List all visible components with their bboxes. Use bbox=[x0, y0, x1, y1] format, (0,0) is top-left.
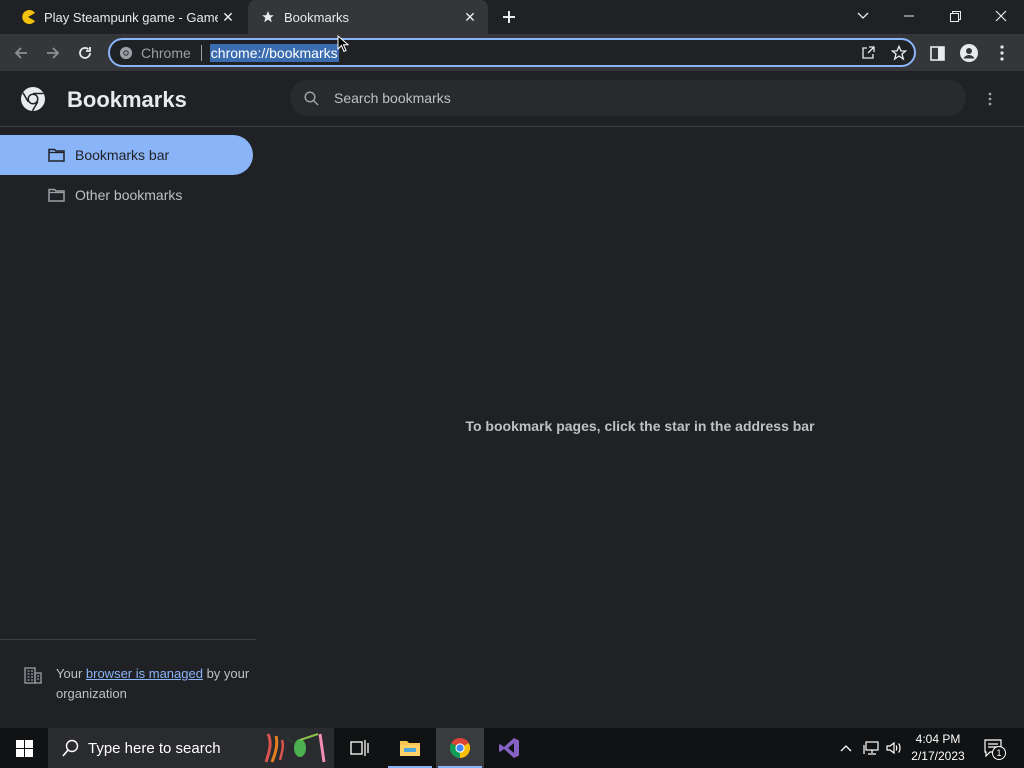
file-explorer-icon bbox=[400, 741, 420, 756]
side-panel-icon bbox=[929, 45, 945, 61]
page-title: Bookmarks bbox=[67, 87, 187, 112]
notification-center-button[interactable]: 1 bbox=[980, 728, 1008, 768]
folder-icon bbox=[48, 187, 66, 203]
organize-menu-button[interactable] bbox=[978, 87, 1002, 111]
network-button[interactable] bbox=[860, 728, 882, 768]
empty-state-message: To bookmark pages, click the star in the… bbox=[465, 418, 815, 434]
plus-icon bbox=[503, 11, 515, 23]
profile-button[interactable] bbox=[956, 40, 982, 66]
tab-title: Play Steampunk game - Gamesfl bbox=[44, 9, 218, 25]
search-icon bbox=[62, 739, 79, 757]
address-bar[interactable]: Chrome chrome://bookmarks bbox=[108, 38, 916, 67]
taskbar-search-placeholder: Type here to search bbox=[88, 739, 221, 757]
taskbar-file-explorer[interactable] bbox=[386, 728, 434, 768]
minimize-icon bbox=[904, 15, 914, 17]
tab-strip: Play Steampunk game - Gamesfl ✕ Bookmark… bbox=[0, 0, 1024, 34]
reload-icon bbox=[79, 47, 91, 59]
clock-date: 2/17/2023 bbox=[911, 749, 965, 763]
back-button[interactable] bbox=[8, 40, 34, 66]
task-view-icon bbox=[350, 740, 369, 756]
arrow-left-icon bbox=[14, 47, 27, 59]
mouse-cursor-icon bbox=[337, 35, 349, 53]
new-tab-button[interactable] bbox=[498, 6, 520, 28]
tab-close-icon[interactable]: ✕ bbox=[460, 7, 480, 27]
sidebar-item-bookmarks-bar[interactable]: Bookmarks bar bbox=[0, 135, 253, 175]
taskbar-clock[interactable]: 4:04 PM 2/17/2023 bbox=[902, 731, 974, 765]
sidebar-item-label: Other bookmarks bbox=[75, 187, 183, 203]
chrome-menu-button[interactable] bbox=[989, 40, 1015, 66]
task-view-button[interactable] bbox=[336, 728, 384, 768]
show-hidden-icons-button[interactable] bbox=[836, 728, 856, 768]
side-panel-button[interactable] bbox=[924, 40, 950, 66]
taskbar-search[interactable]: Type here to search bbox=[48, 728, 334, 768]
speaker-icon bbox=[886, 741, 901, 755]
chevron-down-icon bbox=[857, 12, 869, 19]
chip-label: Chrome bbox=[141, 44, 191, 61]
tab-bookmarks[interactable]: Bookmarks ✕ bbox=[248, 0, 488, 34]
bookmarks-header: Bookmarks bbox=[0, 72, 1024, 127]
taskbar-visual-studio[interactable] bbox=[485, 728, 533, 768]
bookmarks-search[interactable] bbox=[290, 80, 966, 116]
forward-button[interactable] bbox=[40, 40, 66, 66]
building-icon bbox=[24, 666, 42, 684]
browser-toolbar: Chrome chrome://bookmarks bbox=[0, 34, 1024, 72]
taskbar-chrome[interactable] bbox=[436, 728, 484, 768]
share-icon[interactable] bbox=[856, 42, 880, 64]
notification-count-badge: 1 bbox=[992, 746, 1006, 760]
minimize-button[interactable] bbox=[886, 0, 932, 32]
tab-steampunk-game[interactable]: Play Steampunk game - Gamesfl ✕ bbox=[8, 0, 246, 34]
chrome-logo-icon bbox=[20, 86, 46, 112]
pacman-favicon-icon bbox=[20, 9, 36, 25]
restore-icon bbox=[949, 10, 961, 22]
close-icon bbox=[995, 10, 1007, 22]
bookmark-star-icon[interactable] bbox=[887, 42, 911, 64]
arrow-right-icon bbox=[47, 47, 60, 59]
chrome-logo-icon bbox=[449, 737, 471, 759]
managed-prefix: Your bbox=[56, 666, 86, 681]
network-icon bbox=[863, 741, 879, 755]
tab-search-button[interactable] bbox=[840, 0, 886, 32]
windows-taskbar: Type here to search 4:04 PM 2/17/2023 1 bbox=[0, 728, 1024, 768]
hummingbird-illustration-icon bbox=[264, 733, 326, 763]
visual-studio-icon bbox=[499, 738, 519, 758]
tab-title: Bookmarks bbox=[284, 9, 350, 25]
start-button[interactable] bbox=[0, 728, 48, 768]
tab-close-icon[interactable]: ✕ bbox=[218, 7, 238, 27]
site-info-chip[interactable]: Chrome bbox=[110, 44, 210, 61]
profile-icon bbox=[960, 44, 978, 62]
windows-logo-icon bbox=[15, 739, 33, 757]
browser-managed-link[interactable]: browser is managed bbox=[86, 666, 203, 681]
sidebar-item-other-bookmarks[interactable]: Other bookmarks bbox=[0, 175, 253, 215]
star-icon bbox=[260, 9, 276, 25]
chip-separator bbox=[200, 44, 202, 61]
search-input[interactable] bbox=[334, 90, 894, 106]
reload-button[interactable] bbox=[72, 40, 98, 66]
screen: Play Steampunk game - Gamesfl ✕ Bookmark… bbox=[0, 0, 1024, 768]
folder-icon bbox=[48, 147, 66, 163]
chrome-logo-icon bbox=[119, 46, 133, 59]
url-text[interactable]: chrome://bookmarks bbox=[209, 43, 339, 62]
kebab-menu-icon bbox=[988, 92, 992, 106]
chevron-up-icon bbox=[840, 745, 852, 752]
sidebar-divider bbox=[0, 639, 256, 640]
close-window-button[interactable] bbox=[978, 0, 1024, 32]
kebab-menu-icon bbox=[1000, 45, 1004, 61]
restore-button[interactable] bbox=[932, 0, 978, 32]
search-icon bbox=[302, 89, 320, 107]
sidebar-item-label: Bookmarks bar bbox=[75, 147, 170, 163]
clock-time: 4:04 PM bbox=[915, 732, 961, 746]
bookmarks-sidebar: Bookmarks bar Other bookmarks Your brows… bbox=[0, 128, 256, 728]
